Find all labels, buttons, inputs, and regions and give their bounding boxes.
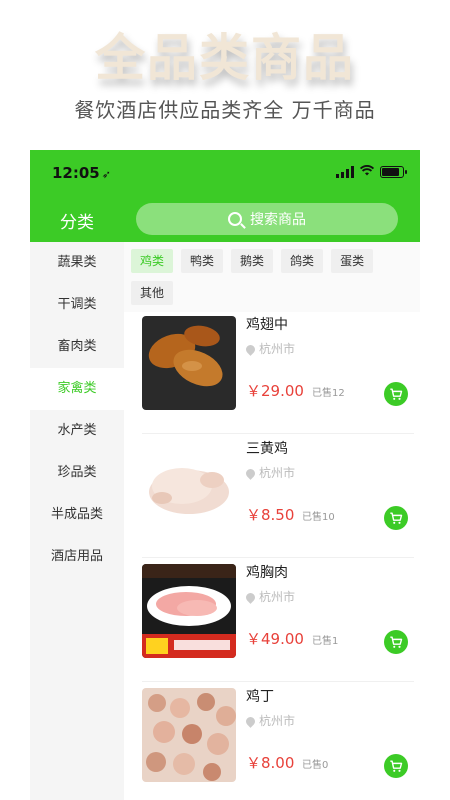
status-time: 12:05 ➶	[52, 164, 111, 182]
status-bar: 12:05 ➶	[30, 150, 420, 194]
product-price: ￥8.50	[246, 506, 295, 524]
sidebar-item-vegetables-fruits[interactable]: 蔬果类	[30, 242, 124, 284]
chip-eggs[interactable]: 蛋类	[331, 249, 374, 273]
cart-icon	[390, 512, 403, 524]
search-placeholder: 搜索商品	[250, 212, 306, 228]
chip-other[interactable]: 其他	[131, 281, 174, 305]
search-bar[interactable]: 搜索商品	[136, 203, 398, 235]
product-location-text: 杭州市	[259, 342, 296, 356]
product-location-text: 杭州市	[259, 590, 296, 604]
product-location-text: 杭州市	[259, 466, 296, 480]
product-location: 杭州市	[244, 464, 296, 481]
page-title: 分类	[60, 213, 94, 233]
product-price: ￥29.00	[246, 382, 304, 400]
product-location: 杭州市	[244, 712, 296, 729]
product-card[interactable]: 鸡翅中 杭州市 ￥29.00 已售12	[142, 312, 414, 434]
category-sidebar: 蔬果类 干调类 畜肉类 家禽类 水产类 珍品类 半成品类 酒店用品	[30, 242, 124, 800]
sidebar-item-semi-finished[interactable]: 半成品类	[30, 494, 124, 536]
chip-chicken[interactable]: 鸡类	[131, 249, 174, 273]
add-to-cart-button[interactable]	[384, 754, 408, 778]
subcategory-chips: 鸡类 鸭类 鹅类 鸽类 蛋类 其他	[124, 242, 420, 312]
product-image-chicken-breast[interactable]	[142, 564, 236, 658]
battery-icon	[380, 166, 407, 178]
sidebar-item-dry-seasonings[interactable]: 干调类	[30, 284, 124, 326]
promo-title: 全品类商品	[95, 29, 355, 87]
location-pin-icon	[244, 715, 257, 728]
product-location: 杭州市	[244, 588, 296, 605]
add-to-cart-button[interactable]	[384, 382, 408, 406]
search-icon	[228, 212, 242, 226]
product-sold-count: 已售0	[302, 760, 329, 771]
location-pin-icon	[244, 343, 257, 356]
product-card[interactable]: 鸡胸肉 杭州市 ￥49.00 已售1	[142, 560, 414, 682]
product-sold-count: 已售1	[312, 636, 339, 647]
product-price: ￥49.00	[246, 630, 304, 648]
product-name: 三黄鸡	[246, 441, 288, 457]
status-indicators	[336, 165, 407, 179]
status-time-text: 12:05	[52, 164, 100, 182]
sidebar-item-livestock-meat[interactable]: 畜肉类	[30, 326, 124, 368]
cart-icon	[390, 388, 403, 400]
chip-duck[interactable]: 鸭类	[181, 249, 224, 273]
sidebar-item-poultry[interactable]: 家禽类	[30, 368, 124, 410]
cart-icon	[390, 636, 403, 648]
top-bar: 12:05 ➶ 分类 搜索商品	[30, 150, 420, 242]
add-to-cart-button[interactable]	[384, 506, 408, 530]
product-name: 鸡翅中	[246, 317, 288, 333]
add-to-cart-button[interactable]	[384, 630, 408, 654]
location-arrow-icon: ➶	[101, 168, 111, 181]
product-sold-count: 已售10	[302, 512, 335, 523]
chip-pigeon[interactable]: 鸽类	[281, 249, 324, 273]
product-card[interactable]: 三黄鸡 杭州市 ￥8.50 已售10	[142, 436, 414, 558]
cellular-signal-icon	[336, 166, 354, 178]
sidebar-item-aquatic[interactable]: 水产类	[30, 410, 124, 452]
sidebar-item-hotel-supplies[interactable]: 酒店用品	[30, 536, 124, 578]
wifi-icon	[359, 165, 375, 179]
product-image-whole-chicken[interactable]	[142, 440, 236, 534]
product-location: 杭州市	[244, 340, 296, 357]
product-list: 鸡翅中 杭州市 ￥29.00 已售12 三黄鸡 杭州市 ￥8.50 已售10 鸡…	[124, 312, 420, 800]
product-location-text: 杭州市	[259, 714, 296, 728]
product-image-diced-chicken[interactable]	[142, 688, 236, 782]
product-card[interactable]: 鸡丁 杭州市 ￥8.00 已售0	[142, 684, 414, 800]
product-sold-count: 已售12	[312, 388, 345, 399]
cart-icon	[390, 760, 403, 772]
product-name: 鸡胸肉	[246, 565, 288, 581]
location-pin-icon	[244, 591, 257, 604]
product-image-chicken-wings[interactable]	[142, 316, 236, 410]
sidebar-item-delicacies[interactable]: 珍品类	[30, 452, 124, 494]
chip-goose[interactable]: 鹅类	[231, 249, 274, 273]
phone-screen: 12:05 ➶ 分类 搜索商品 蔬果类 干调类 畜肉类 家禽类 水产类 珍品类 半…	[30, 150, 420, 800]
location-pin-icon	[244, 467, 257, 480]
promo-banner: 全品类商品 餐饮酒店供应品类齐全 万千商品	[0, 0, 450, 150]
promo-subtitle: 餐饮酒店供应品类齐全 万千商品	[74, 98, 376, 122]
product-price: ￥8.00	[246, 754, 295, 772]
product-name: 鸡丁	[246, 689, 274, 705]
